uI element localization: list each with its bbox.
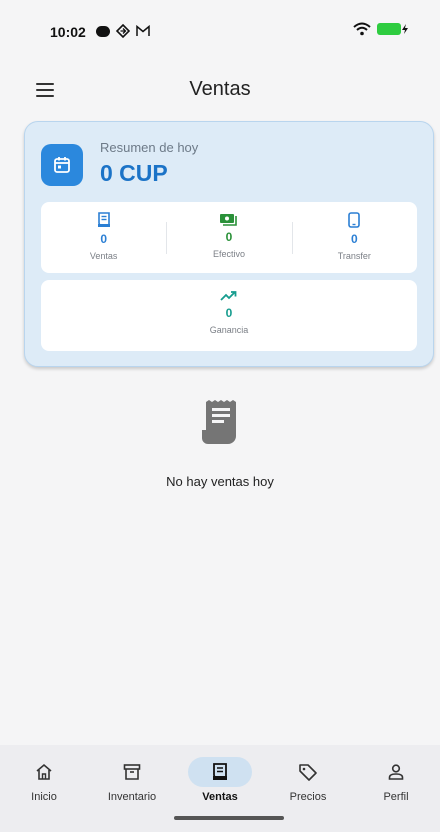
stat-efectivo-value: 0 (225, 230, 233, 244)
trending-up-icon (220, 291, 237, 301)
wifi-icon (353, 22, 371, 36)
summary-card: Resumen de hoy 0 CUP 0 Ventas 0 Efectivo (24, 121, 434, 367)
phone-icon (348, 212, 361, 228)
receipt-icon (213, 763, 227, 780)
nav-item-inicio[interactable]: Inicio (0, 745, 88, 811)
nav-item-ventas[interactable]: Ventas (176, 745, 264, 811)
summary-total: 0 CUP (100, 160, 168, 186)
status-bar: 10:02 (0, 0, 440, 70)
stat-ventas-label: Ventas (89, 251, 118, 261)
stat-efectivo: 0 Efectivo (166, 202, 291, 273)
status-time: 10:02 (50, 24, 86, 40)
nav-item-perfil[interactable]: Perfil (352, 745, 440, 811)
profit-value: 0 (225, 306, 233, 320)
battery-charging-icon (377, 23, 408, 35)
bottom-nav: Inicio Inventario Ventas Precios Perfil (0, 745, 440, 832)
stats-box: 0 Ventas 0 Efectivo 0 Transfer (41, 202, 417, 273)
tag-icon (299, 764, 317, 781)
nav-label-precios: Precios (289, 791, 327, 803)
page-title: Ventas (189, 78, 251, 100)
status-right-icons (353, 22, 408, 36)
nav-label-ventas: Ventas (202, 791, 238, 803)
location-icon (116, 24, 130, 38)
receipt-icon (97, 212, 110, 227)
stat-transfer: 0 Transfer (291, 202, 417, 273)
stat-efectivo-label: Efectivo (212, 249, 245, 259)
summary-label: Resumen de hoy (100, 140, 199, 155)
nav-label-inventario: Inventario (107, 791, 157, 803)
nav-item-precios[interactable]: Precios (264, 745, 352, 811)
status-left-icons (96, 24, 150, 38)
home-indicator (174, 816, 284, 820)
nav-label-inicio: Inicio (31, 791, 57, 803)
app-bar: Ventas (0, 70, 440, 110)
record-dot-icon (96, 25, 110, 37)
stat-ventas-value: 0 (100, 232, 107, 246)
profit-box: 0 Ganancia (41, 280, 417, 351)
archive-icon (123, 764, 141, 780)
person-icon (388, 764, 404, 780)
receipt-long-icon (202, 400, 236, 444)
nav-label-perfil: Perfil (383, 791, 409, 803)
stat-ventas: 0 Ventas (41, 202, 166, 273)
empty-state-text: No hay ventas hoy (166, 474, 274, 489)
stat-transfer-value: 0 (350, 232, 358, 246)
profit-label: Ganancia (209, 325, 249, 335)
gmail-icon (136, 25, 150, 36)
empty-state: No hay ventas hoy (0, 400, 440, 489)
stat-transfer-label: Transfer (337, 251, 371, 261)
calendar-icon (41, 144, 83, 186)
cash-icon (219, 214, 237, 226)
nav-item-inventario[interactable]: Inventario (88, 745, 176, 811)
home-icon (36, 763, 52, 780)
